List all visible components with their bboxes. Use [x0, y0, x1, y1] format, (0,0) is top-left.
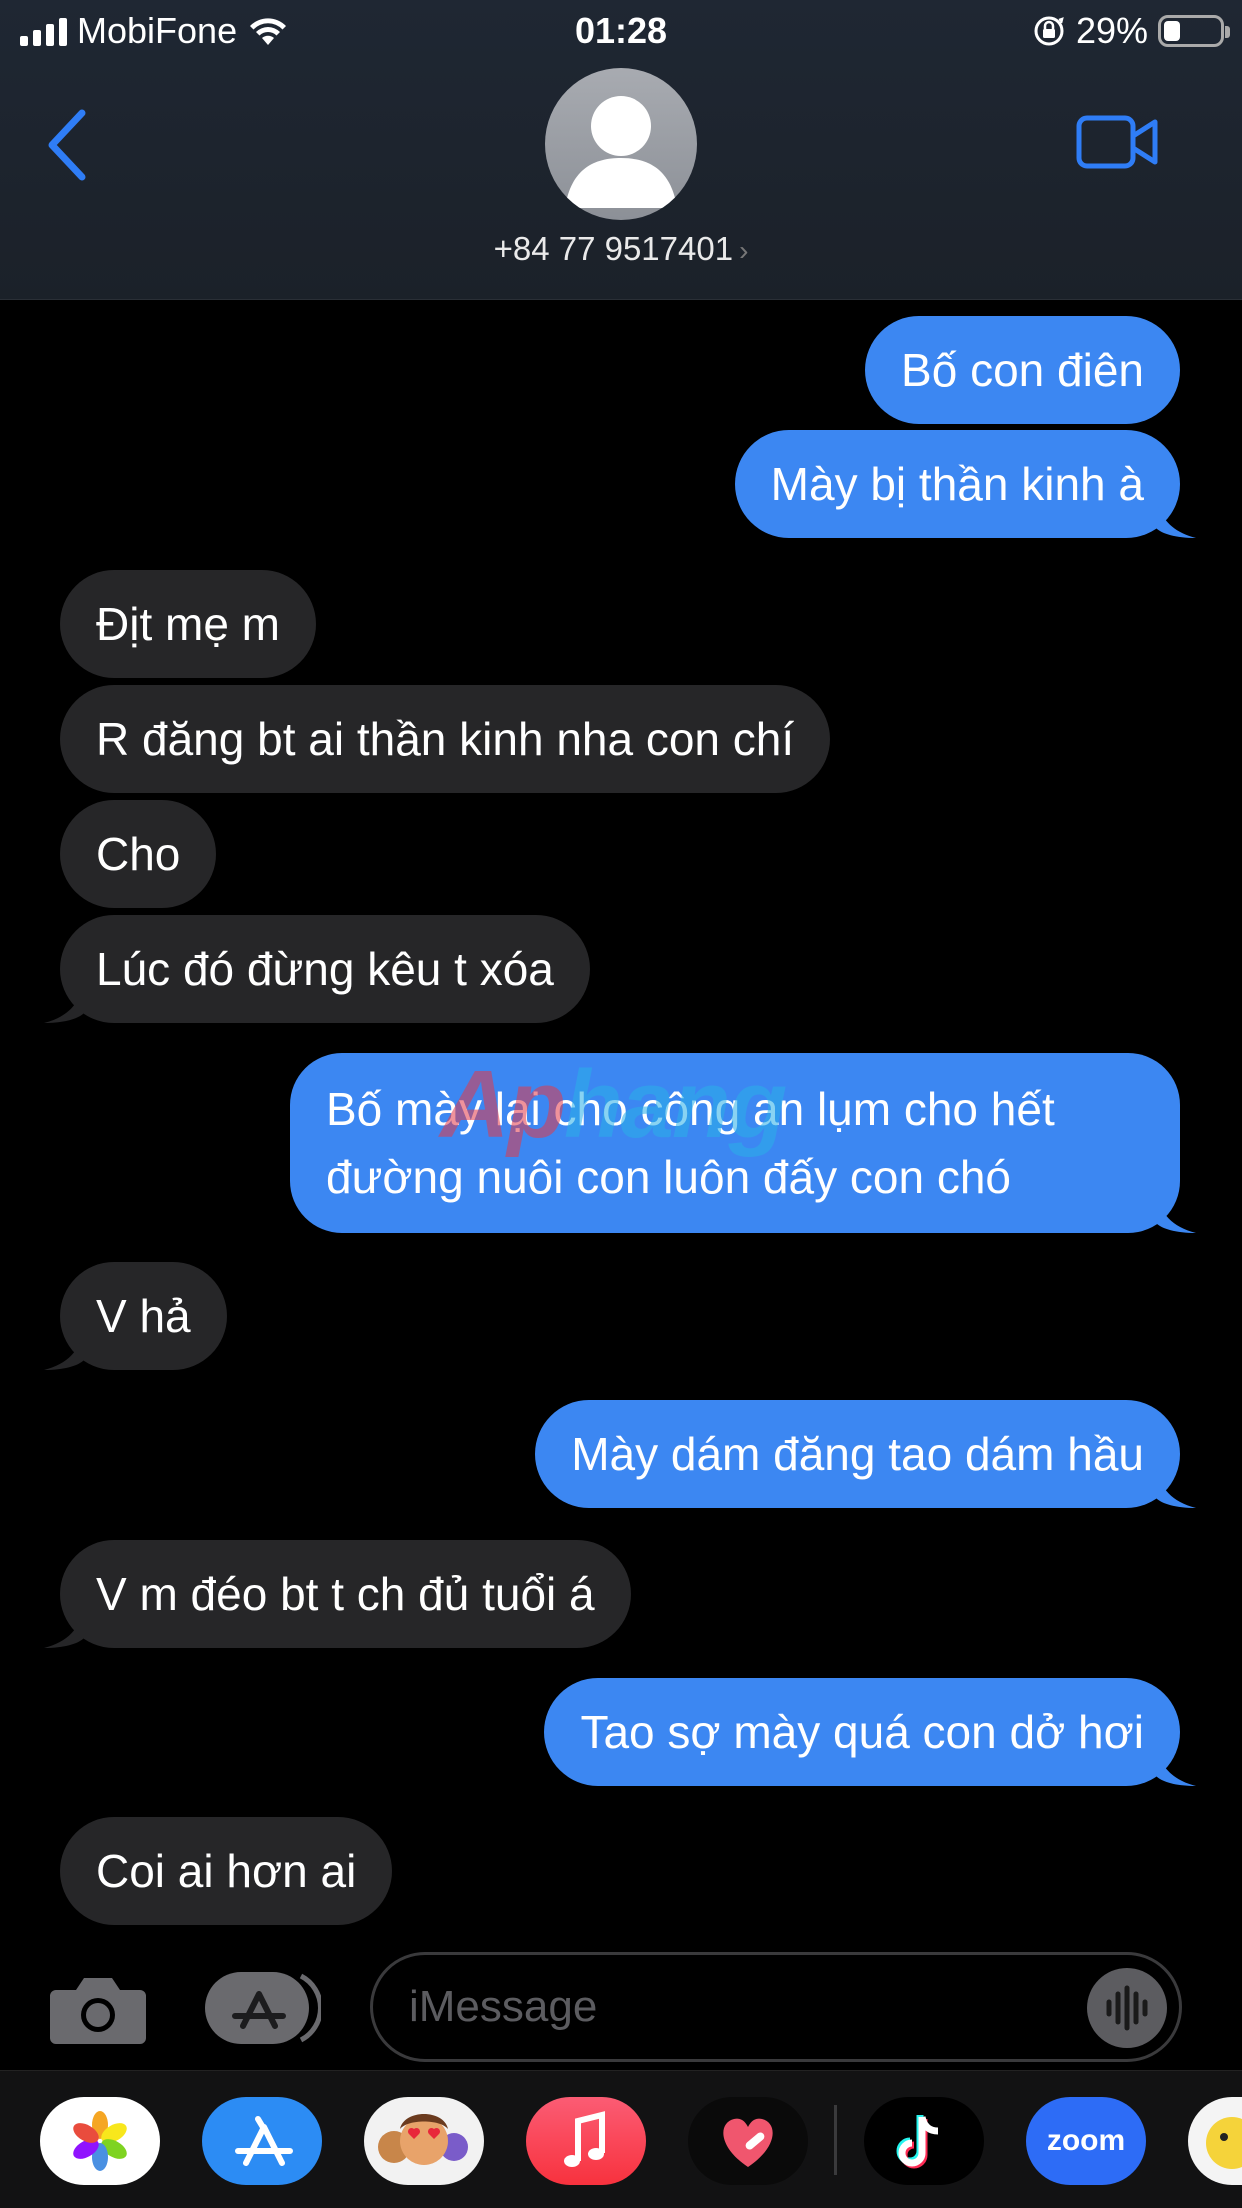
message-text: Tao sợ mày quá con dở hơi [580, 1706, 1144, 1758]
message-input-field[interactable] [370, 1952, 1182, 2062]
audio-message-button[interactable] [1087, 1968, 1167, 2048]
status-bar: MobiFone 01:28 29% [0, 0, 1242, 62]
message-text: V m đéo bt t ch đủ tuổi á [96, 1568, 595, 1620]
imessage-app-drawer: zoom [0, 2070, 1242, 2208]
bubble-tail [1156, 498, 1196, 538]
message-bubble-incoming[interactable]: Cho [60, 800, 217, 908]
message-text: Mày bị thần kinh à [770, 458, 1144, 510]
message-text: Cho [96, 828, 181, 880]
app-store-icon[interactable] [202, 2097, 322, 2185]
bubble-tail [1156, 1468, 1196, 1508]
battery-percent: 29% [1075, 10, 1148, 51]
message-text: Coi ai hơn ai [96, 1845, 357, 1897]
message-text: Bố con điên [901, 344, 1144, 396]
message-bubble-outgoing[interactable]: Tao sợ mày quá con dở hơi [544, 1678, 1196, 1786]
bubble-tail [44, 1608, 84, 1648]
message-text: Địt mẹ m [96, 598, 280, 650]
contact-number: +84 77 9517401 [493, 230, 734, 267]
message-bubble-incoming[interactable]: R đăng bt ai thần kinh nha con chí [60, 685, 831, 793]
zoom-icon[interactable]: zoom [1026, 2097, 1146, 2185]
message-bubble-incoming[interactable]: Lúc đó đừng kêu t xóa [44, 915, 590, 1023]
bubble-tail [44, 983, 84, 1023]
status-right: 29% [1032, 10, 1230, 52]
battery-icon [1158, 15, 1230, 47]
bubble-tail [1156, 1746, 1196, 1786]
message-thread: Bố con điên Mày bị thần kinh à Địt mẹ m … [0, 300, 1242, 1930]
facetime-video-icon[interactable] [1075, 112, 1160, 172]
memoji-icon[interactable] [364, 2097, 484, 2185]
message-bubble-incoming[interactable]: V hả [44, 1262, 227, 1370]
contact-avatar[interactable] [545, 68, 697, 220]
compose-bar [0, 1930, 1242, 2070]
message-bubble-incoming[interactable]: V m đéo bt t ch đủ tuổi á [44, 1540, 631, 1648]
message-text: Bố mày lại cho công an lụm cho hết đường… [326, 1083, 1055, 1203]
message-bubble-incoming[interactable]: Địt mẹ m [60, 570, 316, 678]
chevron-right-icon: › [739, 235, 749, 266]
message-bubble-outgoing[interactable]: Mày dám đăng tao dám hầu [535, 1400, 1196, 1508]
contact-name[interactable]: +84 77 9517401 › [0, 230, 1242, 268]
sticker-icon[interactable] [1188, 2097, 1242, 2185]
conversation-header: MobiFone 01:28 29% +84 77 9517401 › [0, 0, 1242, 300]
orientation-lock-icon [1034, 16, 1064, 46]
message-text: Lúc đó đừng kêu t xóa [96, 943, 554, 995]
health-icon[interactable] [688, 2097, 808, 2185]
message-input[interactable] [409, 1977, 1029, 2037]
music-icon[interactable] [526, 2097, 646, 2185]
tiktok-icon[interactable] [864, 2097, 984, 2185]
message-text: R đăng bt ai thần kinh nha con chí [96, 713, 795, 765]
message-bubble-outgoing[interactable]: Bố con điên [865, 316, 1180, 424]
drawer-divider [834, 2105, 837, 2175]
message-bubble-outgoing[interactable]: Mày bị thần kinh à [734, 430, 1196, 538]
back-chevron-icon[interactable] [40, 105, 100, 185]
battery-fill [1164, 21, 1180, 41]
message-text: Mày dám đăng tao dám hầu [571, 1428, 1144, 1480]
waveform-icon [1106, 1985, 1148, 2031]
person-icon [565, 96, 677, 208]
message-text: V hả [96, 1290, 191, 1342]
message-bubble-outgoing[interactable]: Bố mày lại cho công an lụm cho hết đường… [290, 1053, 1196, 1233]
message-bubble-incoming[interactable]: Coi ai hơn ai [60, 1817, 393, 1925]
app-store-icon[interactable] [205, 1970, 321, 2046]
bubble-tail [44, 1330, 84, 1370]
photos-icon[interactable] [40, 2097, 160, 2185]
bubble-tail [1156, 1193, 1196, 1233]
zoom-label: zoom [1046, 2124, 1126, 2157]
camera-icon[interactable] [50, 1972, 146, 2048]
